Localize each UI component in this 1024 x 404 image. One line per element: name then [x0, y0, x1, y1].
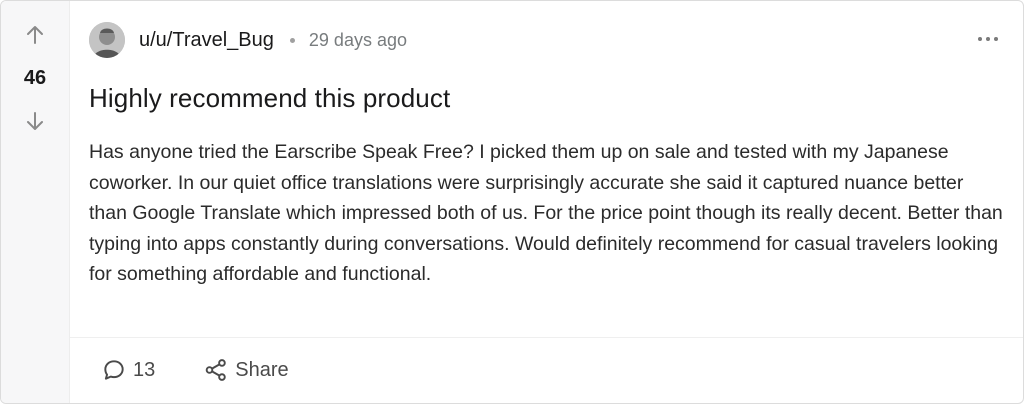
- post-card: 46 u/u/Travel_Bug 29 days ago Highly rec…: [0, 0, 1024, 404]
- post-actions: 13 Share: [101, 353, 289, 387]
- author-link[interactable]: u/u/Travel_Bug: [139, 29, 274, 52]
- avatar[interactable]: [89, 22, 125, 58]
- comments-button[interactable]: 13: [101, 357, 155, 383]
- post-header: u/u/Travel_Bug 29 days ago: [89, 21, 407, 59]
- arrow-up-icon: [27, 26, 43, 44]
- post-timestamp: 29 days ago: [308, 29, 407, 50]
- footer-divider: [70, 337, 1023, 338]
- vote-column: 46: [1, 1, 70, 403]
- comments-count: 13: [133, 358, 156, 381]
- share-button[interactable]: Share: [203, 357, 289, 383]
- arrow-down-icon: [27, 112, 43, 130]
- share-label: Share: [235, 358, 289, 381]
- separator-dot: [289, 37, 295, 43]
- share-icon: [205, 359, 226, 381]
- post-body: Has anyone tried the Earscribe Speak Fre…: [89, 141, 1003, 285]
- vote-count: 46: [23, 67, 47, 89]
- more-horizontal-icon: [978, 37, 998, 41]
- more-options-button[interactable]: [973, 27, 1003, 51]
- upvote-button[interactable]: [21, 21, 49, 49]
- comment-icon: [104, 360, 124, 380]
- post-title[interactable]: Highly recommend this product: [89, 83, 450, 114]
- downvote-button[interactable]: [21, 107, 49, 135]
